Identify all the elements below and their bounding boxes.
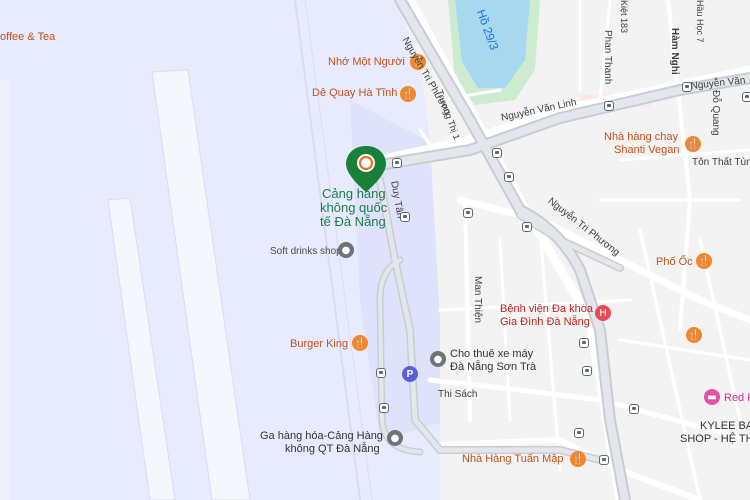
parking-icon[interactable]: P	[402, 366, 418, 382]
bus-stop-icon[interactable]	[379, 403, 389, 413]
label-cho-thue-2[interactable]: Đà Nẵng Sơn Trà	[450, 361, 536, 374]
street-ham-nghi: Hàm Nghi	[669, 28, 680, 75]
street-ton-that-tung: Tôn Thất Tùn	[692, 157, 750, 168]
bus-stop-icon[interactable]	[376, 368, 386, 378]
street-thi-sach: Thi Sách	[438, 389, 478, 400]
bus-stop-icon[interactable]	[504, 172, 514, 182]
bus-stop-icon[interactable]	[604, 101, 614, 111]
restaurant-icon[interactable]: 🍴	[400, 86, 416, 102]
shop-icon[interactable]: ●	[430, 351, 446, 367]
bus-stop-icon[interactable]	[629, 404, 639, 414]
bus-stop-icon[interactable]	[463, 208, 473, 218]
taxiway	[0, 80, 10, 500]
label-kylee-2[interactable]: SHOP - HỆ THỐ	[680, 433, 750, 446]
label-benh-vien-2[interactable]: Gia Đình Đà Nẵng	[500, 316, 590, 329]
label-benh-vien-1[interactable]: Bệnh viện Đa khoa	[500, 303, 593, 316]
bus-stop-icon[interactable]	[742, 92, 750, 102]
hospital-icon[interactable]: H	[595, 305, 611, 321]
shop-icon[interactable]: ●	[338, 242, 354, 258]
street-hau-hoc: Hầu Học 7	[695, 0, 705, 43]
label-kylee-1[interactable]: KYLEE BA	[700, 420, 750, 433]
bus-stop-icon[interactable]	[400, 212, 410, 222]
bus-stop-icon[interactable]	[599, 455, 609, 465]
label-nho-mot-nguoi[interactable]: Nhớ Một Người	[328, 56, 405, 69]
label-pho-oc[interactable]: Phố Ốc	[656, 256, 693, 269]
airport-label-line1[interactable]: Cảng hàng	[322, 186, 386, 201]
label-nha-hang-chay-2[interactable]: Shanti Vegan	[614, 144, 679, 157]
label-ga-hang-hoa-1[interactable]: Ga hàng hóa-Cảng Hàng	[260, 430, 383, 443]
label-nha-hang-chay-1[interactable]: Nhà hàng chay	[604, 131, 678, 144]
label-burger-king[interactable]: Burger King	[290, 338, 348, 351]
bus-stop-icon[interactable]	[574, 428, 584, 438]
restaurant-icon[interactable]: 🍴	[570, 451, 586, 467]
restaurant-icon[interactable]: 🍴	[685, 136, 701, 152]
shop-icon[interactable]: ●	[387, 430, 403, 446]
restaurant-icon[interactable]: 🍴	[352, 335, 368, 351]
map-canvas[interactable]	[0, 0, 750, 500]
bus-stop-icon[interactable]	[392, 158, 402, 168]
label-coffee-tea[interactable]: offee & Tea	[0, 31, 55, 44]
hotel-icon[interactable]: ▬	[704, 389, 720, 405]
airport-label-line2[interactable]: không quốc	[320, 200, 387, 215]
bus-stop-icon[interactable]	[582, 366, 592, 376]
street-kiet-183: Kiệt 183	[619, 0, 629, 34]
label-de-quay[interactable]: Dê Quay Hà Tĩnh	[312, 87, 397, 100]
label-red[interactable]: Red P	[724, 392, 750, 405]
label-nha-hang-tuan-map[interactable]: Nhà Hàng Tuấn Mập	[462, 453, 564, 466]
bus-stop-icon[interactable]	[682, 82, 692, 92]
label-cho-thue-1[interactable]: Cho thuê xe máy	[450, 348, 533, 361]
label-soft-drinks[interactable]: Soft drinks shop	[270, 245, 342, 258]
street-phan-thanh: Phan Thanh	[602, 30, 613, 85]
street-man-thien: Man Thiện	[472, 276, 483, 324]
bus-stop-icon[interactable]	[522, 222, 532, 232]
restaurant-icon[interactable]: 🍴	[696, 253, 712, 269]
street-do-quang: Đỗ Quang	[710, 90, 721, 136]
label-ga-hang-hoa-2[interactable]: không QT Đà Nẵng	[285, 443, 380, 456]
bus-stop-icon[interactable]	[492, 148, 502, 158]
restaurant-icon[interactable]: 🍴	[686, 327, 702, 343]
airport-label-line3[interactable]: tế Đà Nẵng	[320, 214, 386, 229]
bus-stop-icon[interactable]	[579, 338, 589, 348]
